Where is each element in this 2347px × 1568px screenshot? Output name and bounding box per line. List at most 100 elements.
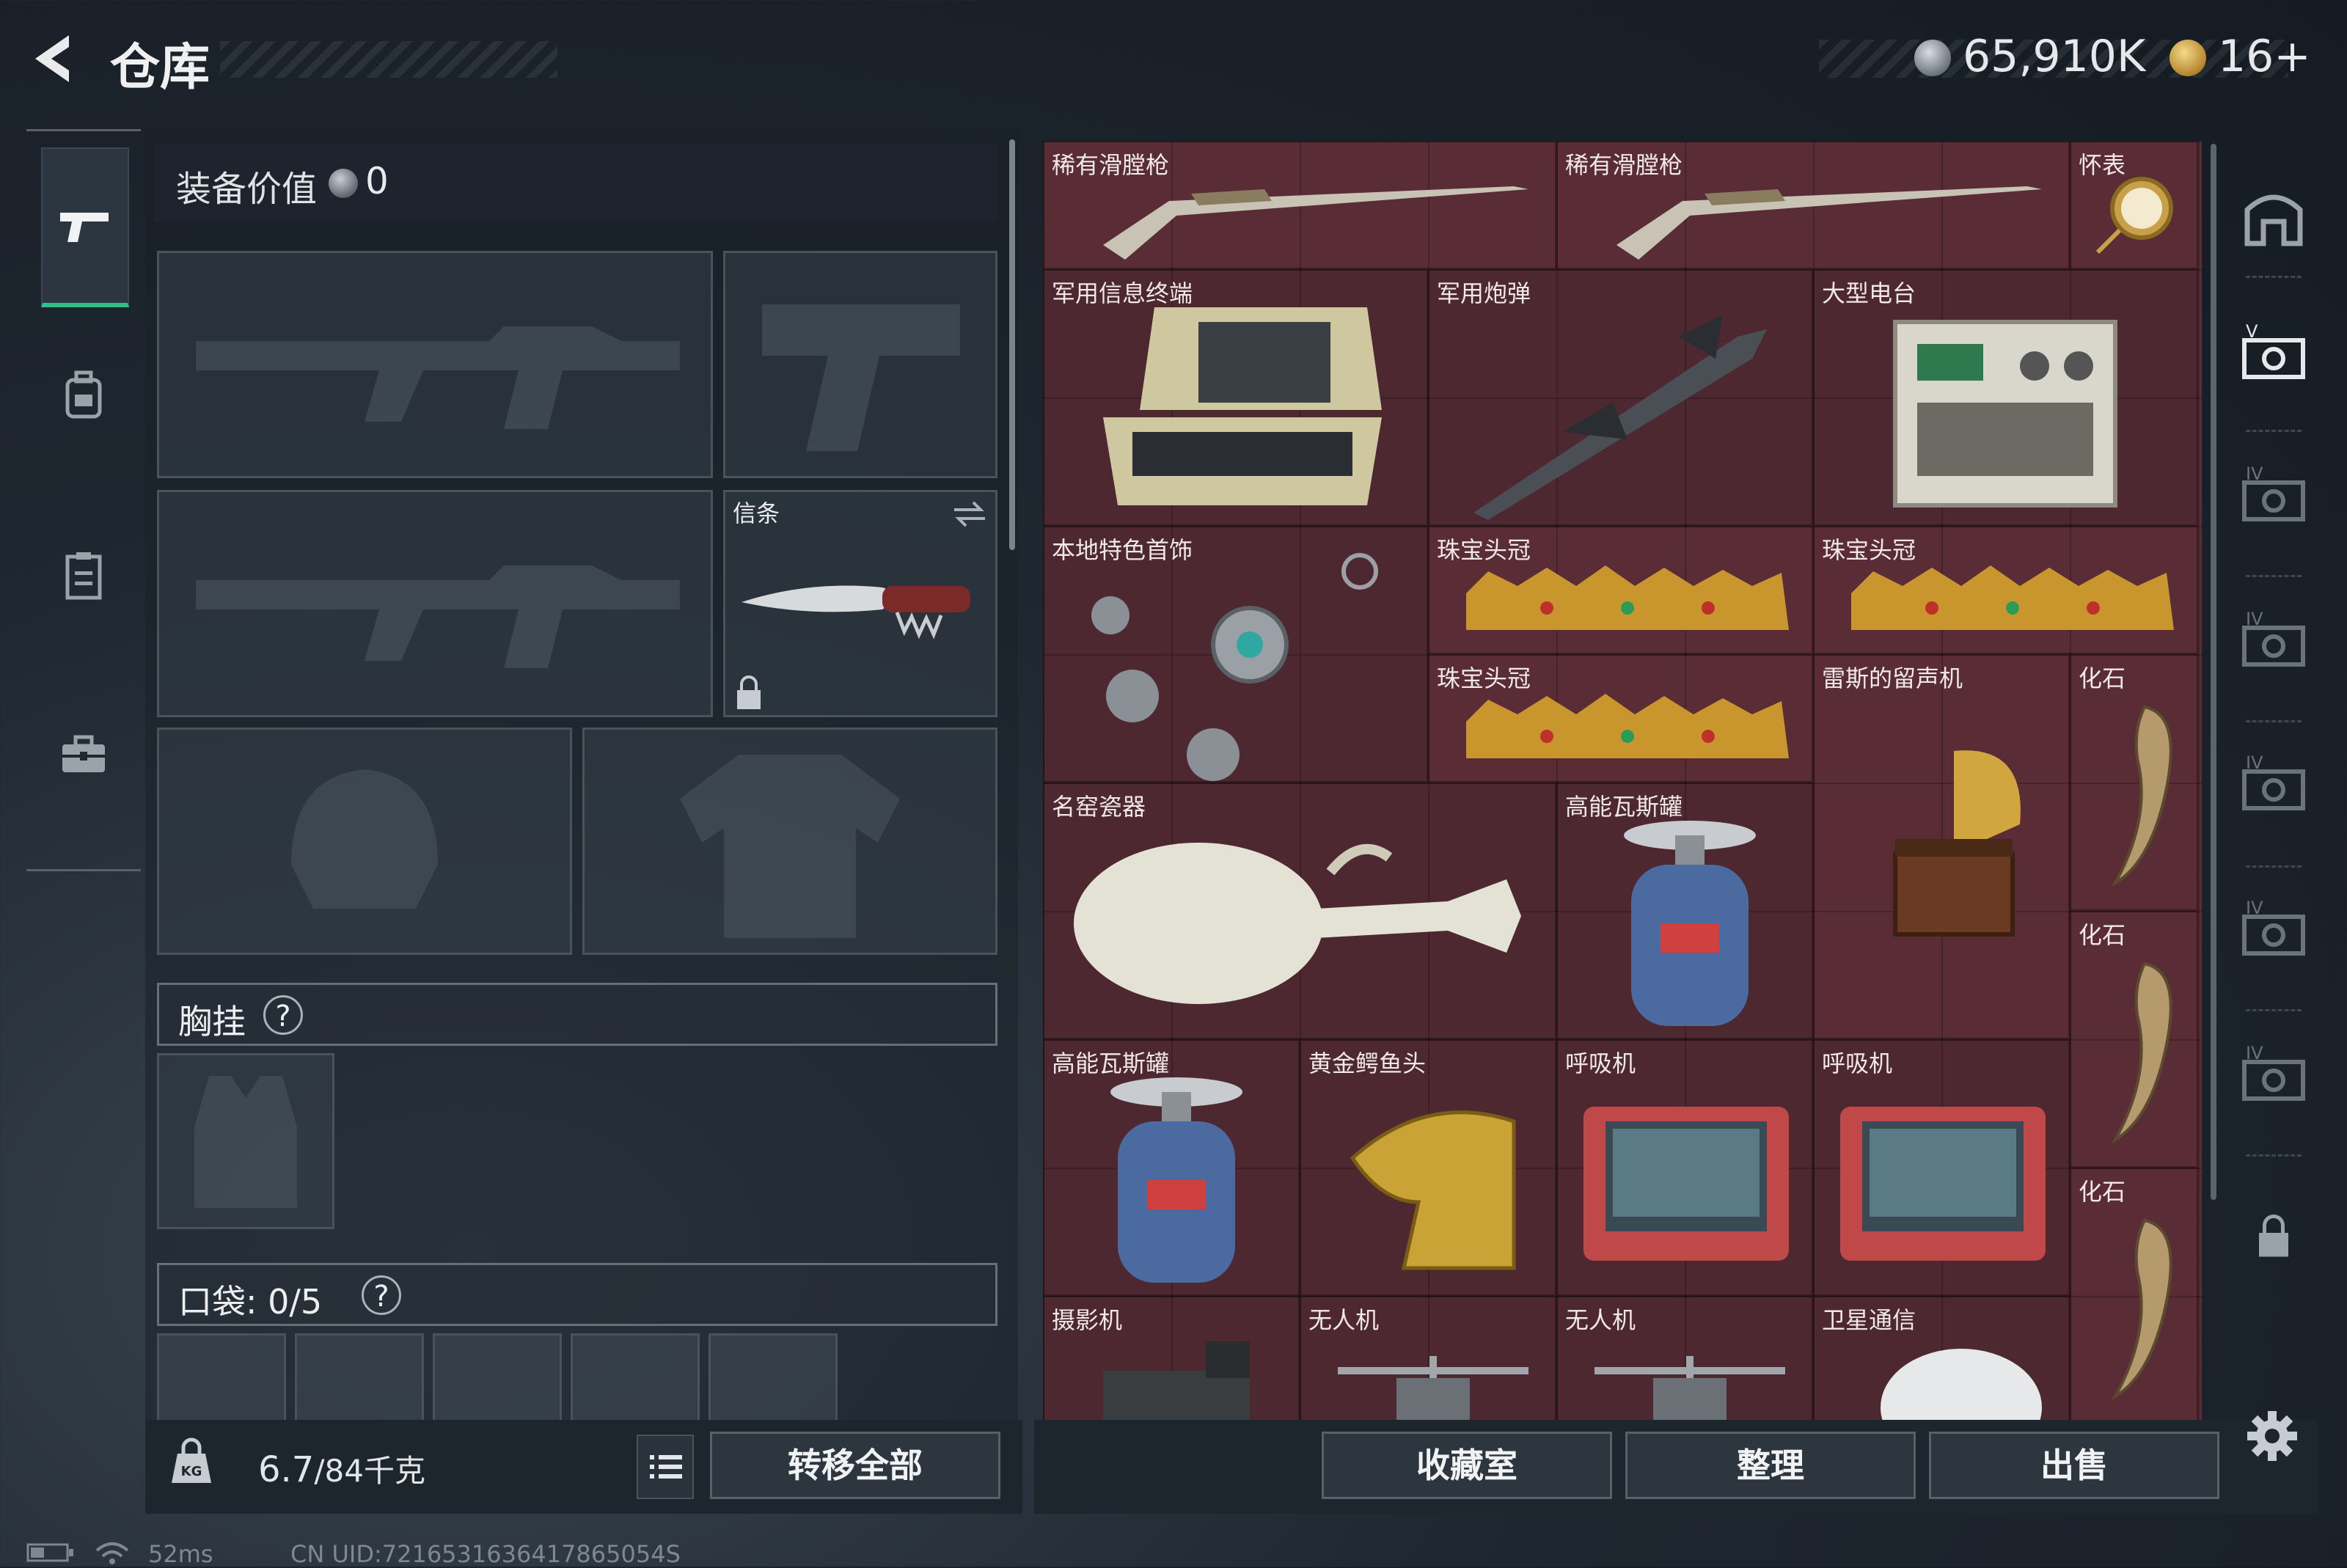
svg-text:V: V xyxy=(2246,321,2258,342)
loadout-scrollbar[interactable] xyxy=(1009,139,1015,550)
armor-silhouette-icon xyxy=(680,755,900,938)
equipment-value: 0 xyxy=(365,160,389,202)
drone-icon xyxy=(1338,1356,1528,1420)
storage-item[interactable]: 化石 xyxy=(2070,911,2198,1168)
lock-icon xyxy=(2259,1215,2288,1257)
musket-icon xyxy=(1103,186,1528,260)
storage-item[interactable]: 珠宝头冠 xyxy=(1428,526,1813,654)
storage-grid: 稀有滑膛枪 稀有滑膛枪 怀表 军用信息终端 军用炮弹 大型电台 本地特色首饰 珠… xyxy=(1043,141,2202,1420)
tiara-icon xyxy=(1466,694,1789,758)
storage-item[interactable]: 雷斯的留声机 xyxy=(1813,654,2070,1039)
item-label: 呼吸机 xyxy=(1565,1049,1636,1077)
case-iv-icon[interactable]: IV xyxy=(2238,750,2309,820)
storage-item[interactable]: 珠宝头冠 xyxy=(1428,654,1813,783)
coin-icon xyxy=(329,169,358,198)
list-view-button[interactable] xyxy=(637,1435,694,1499)
collection-room-button[interactable]: 收藏室 xyxy=(1322,1432,1612,1499)
sell-button[interactable]: 出售 xyxy=(1929,1432,2219,1499)
camera-icon xyxy=(1103,1341,1250,1420)
chest-rig-help-icon[interactable]: ? xyxy=(263,995,303,1035)
storage-item[interactable]: 军用信息终端 xyxy=(1043,269,1428,526)
storage-item[interactable]: 高能瓦斯罐 xyxy=(1043,1039,1300,1296)
storage-item[interactable]: 大型电台 xyxy=(1813,269,2198,526)
storage-item[interactable]: 名窑瓷器 xyxy=(1043,783,1556,1039)
knife-icon xyxy=(742,585,970,640)
chest-rig-slot[interactable] xyxy=(157,1053,334,1229)
back-arrow-icon[interactable] xyxy=(26,29,85,88)
pocket-slot[interactable] xyxy=(157,1333,286,1421)
storage-item[interactable]: 黄金鳄鱼头 xyxy=(1300,1039,1556,1296)
transfer-all-button[interactable]: 转移全部 xyxy=(710,1432,1000,1499)
tiara-icon xyxy=(1851,565,2174,630)
gear-icon[interactable] xyxy=(2244,1408,2300,1464)
list-icon xyxy=(650,1455,682,1479)
storage-item[interactable]: 军用炮弹 xyxy=(1428,269,1813,526)
wifi-icon xyxy=(95,1542,129,1564)
storage-item[interactable]: 卫星通信 xyxy=(1813,1296,2070,1420)
weight-text: 6.7/84千克 xyxy=(258,1446,425,1491)
storage-item[interactable]: 呼吸机 xyxy=(1556,1039,1813,1296)
porcelain-icon xyxy=(1074,843,1521,1004)
page-title: 仓库 xyxy=(110,39,210,97)
storage-item[interactable]: 摄影机 xyxy=(1043,1296,1300,1420)
melee-slot[interactable]: 信条 xyxy=(723,490,997,717)
storage-item[interactable]: 珠宝头冠 xyxy=(1813,526,2198,654)
pistol-silhouette-icon xyxy=(762,304,960,451)
secondary-rifle-slot[interactable] xyxy=(157,490,713,717)
pocket-watch-icon xyxy=(2095,177,2173,254)
storage-item[interactable]: 呼吸机 xyxy=(1813,1039,2070,1296)
storage-item[interactable]: 无人机 xyxy=(1556,1296,1813,1420)
storage-item[interactable]: 稀有滑膛枪 xyxy=(1043,141,1556,269)
lock-icon xyxy=(737,675,761,709)
primary-weapon-slot[interactable] xyxy=(157,251,713,478)
pocket-slot[interactable] xyxy=(571,1333,700,1421)
tab-toolbox[interactable] xyxy=(41,681,126,828)
case-iv-icon[interactable]: IV xyxy=(2238,461,2309,531)
storage-item[interactable]: 本地特色首饰 xyxy=(1043,526,1428,783)
melee-label: 信条 xyxy=(733,499,780,527)
pocket-slot[interactable] xyxy=(433,1333,562,1421)
equipment-value-label: 装备价值 xyxy=(176,169,318,210)
satellite-icon xyxy=(1881,1349,2042,1420)
armor-slot[interactable] xyxy=(582,728,997,955)
warehouse-icon[interactable] xyxy=(2238,180,2309,251)
item-label: 呼吸机 xyxy=(1822,1049,1893,1077)
drone-icon xyxy=(1594,1356,1785,1420)
storage-item[interactable]: 怀表 xyxy=(2070,141,2198,269)
pocket-slot[interactable] xyxy=(295,1333,424,1421)
organize-button[interactable]: 整理 xyxy=(1625,1432,1916,1499)
case-v-icon[interactable]: V xyxy=(2238,318,2309,389)
ticket-value: 16+ xyxy=(2218,31,2311,82)
storage-item[interactable]: 高能瓦斯罐 xyxy=(1556,783,1813,1039)
item-label: 化石 xyxy=(2079,1178,2126,1206)
case-iv-icon[interactable]: IV xyxy=(2238,606,2309,676)
weight-capacity: /84千克 xyxy=(314,1453,425,1489)
backpack-icon xyxy=(65,370,102,419)
fossil-icon xyxy=(2111,1218,2172,1401)
secondary-weapon-slot[interactable] xyxy=(723,251,997,478)
svg-text:IV: IV xyxy=(2246,1043,2263,1063)
coin-icon xyxy=(1914,40,1951,76)
tab-weapons[interactable] xyxy=(41,147,129,307)
storage-item[interactable]: 无人机 xyxy=(1300,1296,1556,1420)
weight-value: 6.7 xyxy=(258,1449,315,1490)
storage-item[interactable]: 稀有滑膛枪 xyxy=(1556,141,2070,269)
terminal-icon xyxy=(1103,307,1382,505)
tab-backpack[interactable] xyxy=(41,322,126,469)
swap-icon[interactable] xyxy=(951,499,988,529)
pocket-help-icon[interactable]: ? xyxy=(362,1275,401,1315)
pocket-slot[interactable] xyxy=(709,1333,838,1421)
radio-icon xyxy=(1893,320,2117,508)
case-iv-icon[interactable]: IV xyxy=(2238,1040,2309,1110)
storage-scrollbar[interactable] xyxy=(2211,144,2216,1200)
gas-canister-icon xyxy=(1110,1077,1242,1283)
right-sidebar: V IV IV IV IV IV xyxy=(2230,144,2318,1288)
storage-item[interactable]: 化石 xyxy=(2070,1168,2198,1420)
helmet-slot[interactable] xyxy=(157,728,572,955)
rifle-silhouette-icon xyxy=(196,326,680,429)
tab-case[interactable] xyxy=(41,502,126,648)
storage-item[interactable]: 化石 xyxy=(2070,654,2198,911)
case-iv-icon[interactable]: IV xyxy=(2238,895,2309,965)
svg-text:IV: IV xyxy=(2246,609,2263,629)
briefcase-icon xyxy=(62,735,105,772)
